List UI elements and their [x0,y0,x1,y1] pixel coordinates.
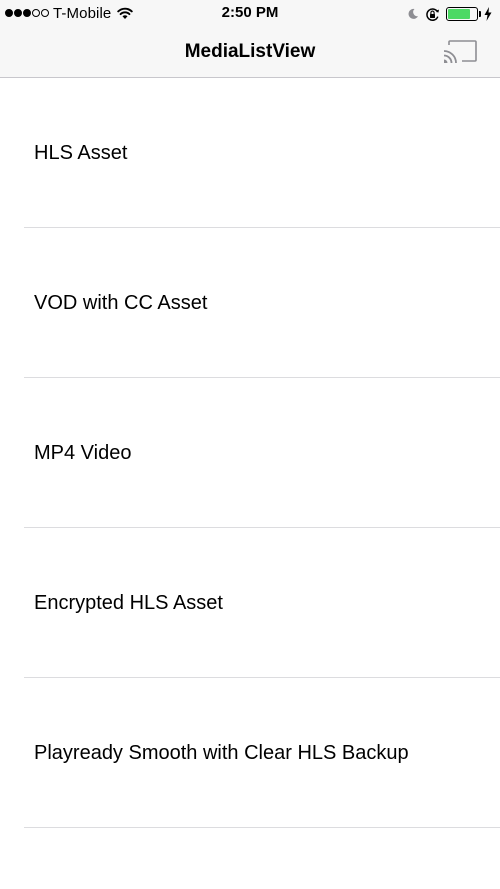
page-title: MediaListView [184,41,316,62]
moon-icon [407,8,419,20]
list-item-vod-with-cc-asset[interactable]: VOD with CC Asset [0,228,500,378]
status-bar-right [407,5,492,23]
list-item-label: VOD with CC Asset [34,292,208,314]
list-item-label: HLS Asset [34,142,128,164]
status-bar: T-Mobile 2:50 PM [0,0,500,27]
battery-icon [446,7,481,21]
list-item-label: MP4 Video [34,442,132,464]
app-screen: T-Mobile 2:50 PM MediaListView HLS Asset… [0,0,500,889]
list-item-hls-asset[interactable]: HLS Asset [0,78,500,228]
cast-icon [443,40,477,64]
list-item-mp4-video[interactable]: MP4 Video [0,378,500,528]
bolt-icon [484,7,492,21]
media-list: HLS Asset VOD with CC Asset MP4 Video En… [0,78,500,828]
battery-level-fill [448,9,471,19]
battery-tip [479,11,481,17]
list-item-encrypted-hls-asset[interactable]: Encrypted HLS Asset [0,528,500,678]
cast-button[interactable] [442,38,478,66]
list-item-label: Encrypted HLS Asset [34,592,223,614]
orientation-lock-icon [425,7,440,22]
navigation-bar: MediaListView [0,27,500,78]
list-item-label: Playready Smooth with Clear HLS Backup [34,742,409,764]
list-item-playready-smooth[interactable]: Playready Smooth with Clear HLS Backup [0,678,500,828]
